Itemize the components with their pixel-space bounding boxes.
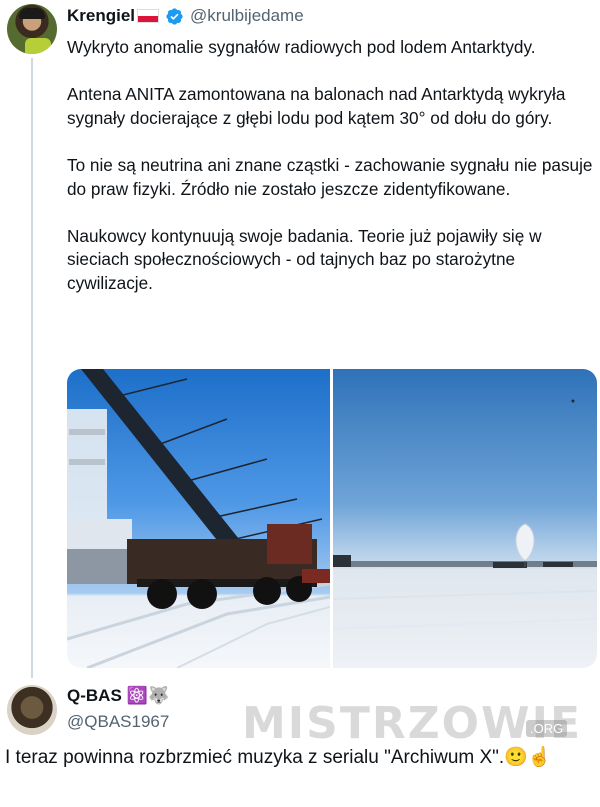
reply-body: I teraz powinna rozbrzmieć muzyka z seri… — [5, 744, 600, 772]
tweet-media-grid — [67, 369, 597, 668]
reply-author-handle[interactable]: @QBAS1967 — [67, 712, 169, 732]
author-name[interactable]: Krengiel — [67, 6, 135, 26]
tweet-paragraph: Wykryto anomalie sygnałów radiowych pod … — [67, 37, 536, 57]
tweet-body: Wykryto anomalie sygnałów radiowych pod … — [67, 36, 597, 296]
emoji-smile-pointing: 🙂☝️ — [504, 747, 552, 768]
photo-balloon-launch[interactable] — [333, 369, 597, 668]
thread-connector-line — [31, 58, 33, 678]
avatar-qbas[interactable] — [7, 685, 57, 735]
reply-text: I teraz powinna rozbrzmieć muzyka z seri… — [5, 747, 505, 768]
avatar-krengiel[interactable] — [7, 4, 57, 54]
tweet-paragraph: To nie są neutrina ani znane cząstki - z… — [67, 154, 593, 199]
atom-icon: ⚛️🐺 — [126, 686, 170, 705]
photo-anita-crane[interactable] — [67, 369, 330, 668]
poland-flag-icon — [137, 9, 160, 23]
author-handle[interactable]: @krulbijedame — [190, 6, 304, 26]
verified-badge-icon — [166, 7, 183, 25]
reply-header: Q-BAS ⚛️🐺 — [67, 686, 169, 706]
tweet-paragraph: Naukowcy kontynuują swoje badania. Teori… — [67, 225, 542, 293]
tweet-paragraph: Antena ANITA zamontowana na balonach nad… — [67, 84, 566, 128]
reply-author-name[interactable]: Q-BAS — [67, 686, 122, 706]
tweet-header: Krengiel @krulbijedame — [67, 5, 304, 27]
watermark-logo-suffix: .ORG — [526, 720, 568, 737]
